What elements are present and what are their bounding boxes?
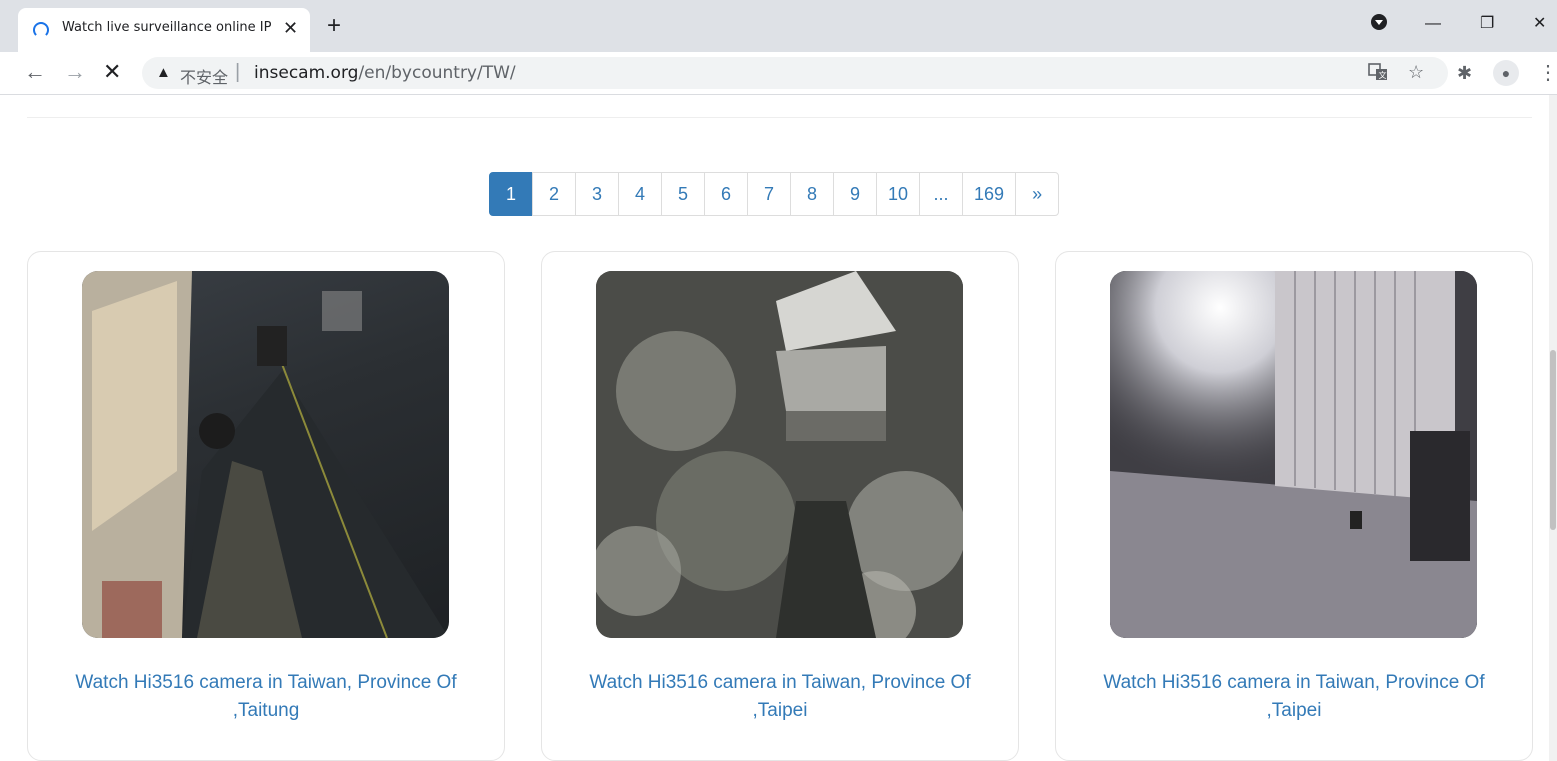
url-host: insecam.org	[254, 63, 359, 83]
camera-thumbnail[interactable]	[1110, 271, 1477, 638]
scrollbar-thumb[interactable]	[1550, 350, 1556, 530]
omnibox-separator: |	[235, 61, 241, 83]
caption-line-1: Watch Hi3516 camera in Taiwan, Province …	[75, 672, 457, 693]
page-link-6[interactable]: 6	[704, 172, 748, 216]
url-text[interactable]: insecam.org/en/bycountry/TW/	[254, 63, 516, 83]
restore-icon[interactable]: ❐	[1480, 14, 1494, 34]
window-close-icon[interactable]: ✕	[1533, 14, 1546, 34]
chrome-profile-dropdown-icon[interactable]	[1370, 13, 1388, 37]
profile-avatar-icon[interactable]: ●	[1493, 60, 1519, 86]
not-secure-label[interactable]: 不安全	[180, 64, 228, 88]
tab-strip: Watch live surveillance online IP ✕ + — …	[0, 0, 1557, 52]
page-content: 1 2 3 4 5 6 7 8 9 10 ... 169 » Watch Hi3…	[0, 95, 1557, 761]
camera-caption-link[interactable]: Watch Hi3516 camera in Taiwan, Province …	[48, 669, 484, 725]
camera-thumbnail[interactable]	[596, 271, 963, 638]
bookmark-star-icon[interactable]: ☆	[1408, 62, 1424, 83]
caption-line-1: Watch Hi3516 camera in Taiwan, Province …	[1103, 672, 1485, 693]
browser-toolbar: ← → ✕ ▲ 不安全 | insecam.org/en/bycountry/T…	[0, 52, 1557, 95]
url-path: /en/bycountry/TW/	[358, 63, 516, 83]
camera-caption-link[interactable]: Watch Hi3516 camera in Taiwan, Province …	[1076, 669, 1512, 725]
page-link-1[interactable]: 1	[489, 172, 533, 216]
translate-icon[interactable]: 文	[1368, 62, 1388, 87]
divider	[27, 117, 1532, 118]
warning-icon[interactable]: ▲	[156, 64, 171, 81]
loading-spinner-icon	[33, 22, 49, 38]
svg-text:文: 文	[1379, 70, 1387, 80]
caption-line-2: ,Taitung	[232, 700, 300, 721]
tab-title: Watch live surveillance online IP	[62, 20, 272, 35]
back-arrow-icon[interactable]: ←	[24, 61, 46, 83]
camera-card: Watch Hi3516 camera in Taiwan, Province …	[541, 251, 1019, 761]
new-tab-button[interactable]: +	[327, 14, 341, 38]
caption-line-2: ,Taipei	[1266, 700, 1322, 721]
browser-tab[interactable]: Watch live surveillance online IP ✕	[18, 8, 310, 52]
page-link-7[interactable]: 7	[747, 172, 791, 216]
page-next[interactable]: »	[1015, 172, 1060, 216]
menu-dots-icon[interactable]: ⋮	[1538, 60, 1557, 86]
pagination: 1 2 3 4 5 6 7 8 9 10 ... 169 »	[489, 172, 1060, 216]
page-link-3[interactable]: 3	[575, 172, 619, 216]
page-link-last[interactable]: 169	[962, 172, 1017, 216]
page-link-9[interactable]: 9	[833, 172, 877, 216]
extensions-puzzle-icon[interactable]: ✱	[1457, 63, 1472, 84]
caption-line-2: ,Taipei	[752, 700, 808, 721]
camera-card: Watch Hi3516 camera in Taiwan, Province …	[1055, 251, 1533, 761]
page-link-5[interactable]: 5	[661, 172, 705, 216]
page-link-4[interactable]: 4	[618, 172, 662, 216]
stop-loading-icon[interactable]: ✕	[103, 61, 121, 83]
page-link-2[interactable]: 2	[532, 172, 576, 216]
camera-thumbnail[interactable]	[82, 271, 449, 638]
page-ellipsis: ...	[919, 172, 964, 216]
minimize-icon[interactable]: —	[1425, 14, 1441, 34]
tab-close-icon[interactable]: ✕	[283, 17, 298, 39]
address-bar[interactable]: ▲ 不安全 | insecam.org/en/bycountry/TW/ 文 ☆	[142, 57, 1448, 89]
caption-line-1: Watch Hi3516 camera in Taiwan, Province …	[589, 672, 971, 693]
forward-arrow-icon[interactable]: →	[64, 61, 86, 83]
camera-caption-link[interactable]: Watch Hi3516 camera in Taiwan, Province …	[562, 669, 998, 725]
page-link-8[interactable]: 8	[790, 172, 834, 216]
camera-card: Watch Hi3516 camera in Taiwan, Province …	[27, 251, 505, 761]
page-link-10[interactable]: 10	[876, 172, 921, 216]
